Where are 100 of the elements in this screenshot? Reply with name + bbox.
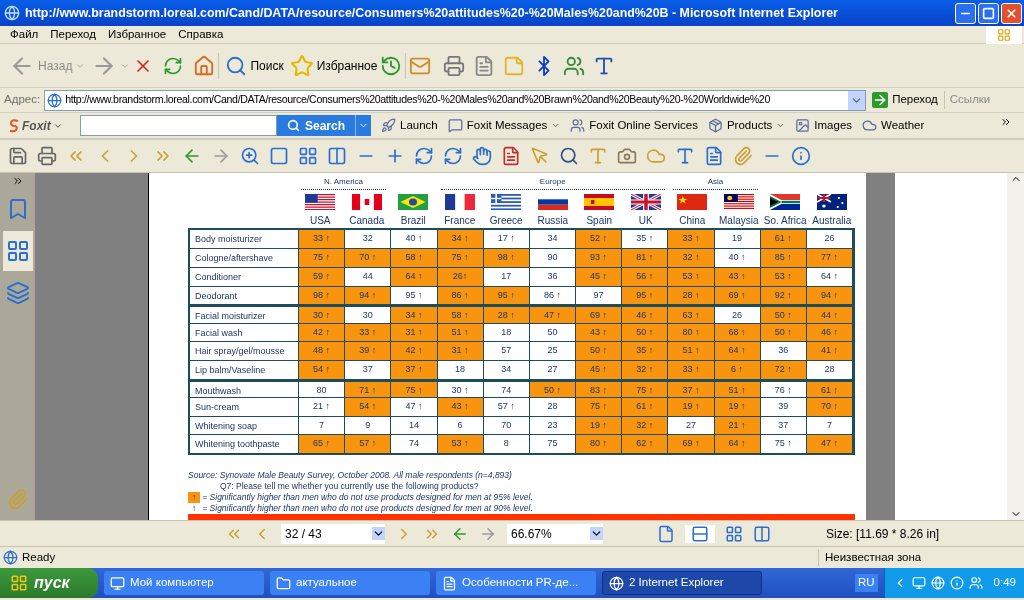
expand-icon[interactable]: [11, 175, 24, 187]
printer-icon[interactable]: [443, 54, 466, 77]
layers-icon[interactable]: [5, 281, 30, 305]
table-cell: 53 ↑: [760, 268, 807, 287]
paperclip-icon[interactable]: [733, 146, 753, 166]
home-icon[interactable]: [193, 54, 216, 77]
table-cell: 31 ↑: [391, 323, 438, 342]
search-button[interactable]: Search: [277, 115, 356, 136]
taskbar-button[interactable]: Мой компьютер: [104, 571, 264, 595]
paperclip-icon[interactable]: [6, 488, 29, 510]
table-cell: 50 ↑: [760, 323, 807, 342]
toolbar-item-icon: [862, 118, 878, 133]
rotate-left-icon[interactable]: [414, 146, 434, 166]
continuous-icon[interactable]: [691, 524, 709, 543]
table-cell: 98 ↑: [299, 286, 346, 305]
search-dropdown-button[interactable]: [355, 115, 372, 136]
taskbar-button[interactable]: 2 Internet Explorer: [602, 571, 762, 595]
dropdown-icon[interactable]: [590, 527, 603, 540]
page-size-text: Size: [11.69 * 8.26 in]: [826, 525, 940, 543]
table-cell: 75 ↑: [576, 398, 623, 417]
foxit-toolbar-item[interactable]: Launch: [381, 116, 438, 135]
text-select-icon[interactable]: [588, 146, 608, 166]
menu-item[interactable]: Избранное: [103, 25, 171, 44]
table-cell: 69 ↑: [668, 435, 715, 454]
column-header: Greece: [488, 213, 524, 228]
table-cell: 69 ↑: [714, 286, 761, 305]
tray-icon[interactable]: [911, 576, 926, 590]
messenger-icon[interactable]: [563, 54, 586, 77]
table-cell: 58 ↑: [391, 249, 438, 268]
taskbar-button[interactable]: Особенности PR-де...: [436, 571, 596, 595]
table-cell: 43 ↑: [437, 398, 484, 417]
text-box-icon[interactable]: [675, 146, 695, 166]
menu-item[interactable]: Переход: [46, 25, 100, 44]
zoom-in-icon[interactable]: [240, 146, 260, 166]
source-note: Source: Synovate Male Beauty Survey, October 2008. All male respondents (n=4,893): [188, 470, 513, 481]
printer-icon[interactable]: [37, 146, 57, 166]
pages-icon[interactable]: [5, 239, 30, 263]
tray-icon[interactable]: [930, 576, 945, 590]
go-button[interactable]: Переход: [870, 91, 940, 109]
table-cell: 33 ↑: [345, 323, 392, 342]
zoom-field[interactable]: 66.67%: [507, 523, 603, 544]
foxit-toolbar-item[interactable]: Images: [795, 116, 853, 135]
region-label: Asia: [707, 176, 724, 188]
shape-icon[interactable]: [646, 146, 666, 166]
tray-icon[interactable]: [968, 576, 983, 590]
pointer-icon[interactable]: [530, 146, 550, 166]
column-header: So. Africa: [762, 213, 808, 228]
start-button[interactable]: пуск: [0, 568, 98, 598]
minimize-button[interactable]: [955, 2, 976, 24]
table-cell: 62 ↑: [622, 435, 669, 454]
table-cell: 28 ↑: [668, 286, 715, 305]
foxit-toolbar-item[interactable]: Weather: [862, 116, 925, 135]
taskbar-button[interactable]: актуальное: [270, 571, 430, 595]
menu-item[interactable]: Справка: [174, 25, 228, 44]
table-cell: 43 ↑: [714, 268, 761, 287]
legend-text: = Significantly higher than men who do not use products designed for men at 95% level.: [202, 492, 533, 503]
rotate-right-icon[interactable]: [443, 146, 463, 166]
history-icon[interactable]: [380, 54, 403, 77]
column-header: USA: [308, 213, 332, 228]
foxit-toolbar-item[interactable]: Foxit Online Services: [570, 116, 698, 135]
foxit-logo-icon: [8, 118, 20, 133]
table-cell: 86 ↑: [437, 286, 484, 305]
table-cell: 21 ↑: [714, 416, 761, 435]
tray-icon[interactable]: [949, 576, 964, 590]
page-number-field[interactable]: 32 / 43: [281, 523, 385, 544]
single-page-icon[interactable]: [657, 524, 675, 543]
close-button[interactable]: [1001, 2, 1022, 24]
save-icon[interactable]: [8, 146, 28, 166]
table-cell: 18: [483, 323, 530, 342]
refresh-icon[interactable]: [163, 55, 184, 76]
dropdown-icon[interactable]: [372, 527, 385, 540]
hand-icon[interactable]: [472, 146, 492, 166]
search-field[interactable]: [80, 115, 277, 136]
column-header: Russia: [536, 213, 570, 228]
facing-icon[interactable]: [725, 524, 743, 543]
favorites-button[interactable]: Избранное: [286, 51, 381, 80]
column-header: Malaysia: [718, 213, 760, 228]
more-icon[interactable]: [1000, 116, 1012, 128]
maximize-button[interactable]: [978, 2, 999, 24]
table-cell: 50: [529, 323, 576, 342]
table-cell: 77 ↑: [806, 249, 853, 268]
search-button[interactable]: Поиск: [222, 51, 287, 80]
menu-item[interactable]: Файл: [6, 25, 43, 44]
note-icon[interactable]: [704, 146, 724, 166]
table-cell: 64 ↑: [714, 435, 761, 454]
foxit-toolbar-item[interactable]: Products: [707, 116, 786, 135]
table-cell: 53 ↑: [437, 435, 484, 454]
info-icon[interactable]: [791, 146, 811, 166]
foxit-toolbar-item[interactable]: Foxit Messages: [447, 116, 561, 135]
table-cell: 33 ↑: [668, 361, 715, 380]
language-indicator[interactable]: RU: [855, 574, 878, 592]
flag-icon: [770, 193, 801, 210]
clock: 0:49: [993, 575, 1016, 591]
camera-icon[interactable]: [617, 146, 637, 166]
table-cell: 35 ↑: [622, 342, 669, 361]
foxit-menu[interactable]: Foxit: [8, 116, 70, 135]
address-field[interactable]: http://www.brandstorm.loreal.com/Cand/DATA/resource/Consumers%20attitudes%20-%20Males%20and%20Brawn%20and%20Beauty%20-%20Worldwide%20: [44, 89, 867, 111]
column-header: China: [678, 213, 707, 228]
two-page-icon[interactable]: [753, 524, 771, 543]
scrollbar[interactable]: [1007, 173, 1024, 520]
